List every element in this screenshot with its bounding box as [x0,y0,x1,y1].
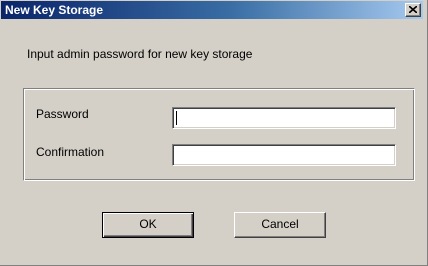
title-bar[interactable]: New Key Storage [1,1,423,19]
close-icon [409,6,417,13]
confirmation-label: Confirmation [36,145,105,159]
confirmation-field[interactable] [172,144,396,166]
close-button[interactable] [405,3,421,17]
password-label: Password [36,107,89,121]
text-caret [176,111,177,125]
window-title: New Key Storage [5,3,104,17]
prompt-text: Input admin password for new key storage [27,47,253,61]
new-key-storage-dialog: New Key Storage Input admin password for… [0,0,428,266]
password-field[interactable] [172,107,396,129]
password-group-box: Password Confirmation [23,88,415,181]
ok-button[interactable]: OK [102,212,194,238]
cancel-button[interactable]: Cancel [234,212,326,238]
